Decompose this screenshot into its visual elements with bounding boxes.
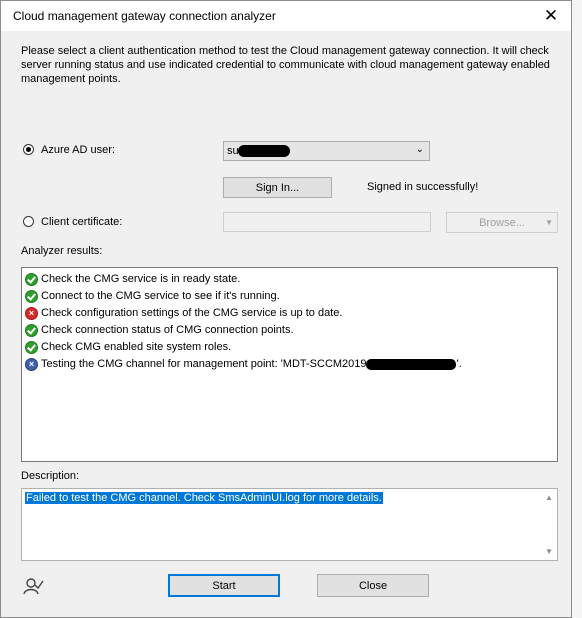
error-x-icon: × (25, 306, 38, 320)
result-text: Check connection status of CMG connectio… (41, 324, 294, 336)
result-text-suffix: '. (456, 358, 462, 370)
description-text: Failed to test the CMG channel. Check Sm… (25, 492, 383, 504)
scroll-down-icon[interactable]: ▼ (545, 547, 553, 556)
close-button[interactable]: Close (317, 574, 429, 597)
result-text: Check the CMG service is in ready state. (41, 273, 241, 285)
success-check-icon (25, 272, 38, 286)
result-text: Check configuration settings of the CMG … (41, 307, 343, 319)
success-check-icon (25, 340, 38, 354)
chevron-down-icon: ⌄ (415, 144, 424, 155)
description-box[interactable]: Failed to test the CMG channel. Check Sm… (21, 488, 558, 561)
sign-in-button[interactable]: Sign In... (223, 177, 332, 198)
certificate-field (223, 212, 431, 232)
browse-button: Browse... ▼ (446, 212, 558, 233)
success-check-icon (25, 289, 38, 303)
result-text: Check CMG enabled site system roles. (41, 341, 232, 353)
client-certificate-radio[interactable] (23, 216, 34, 227)
title-bar: Cloud management gateway connection anal… (1, 1, 571, 31)
background-app-edge (572, 0, 582, 618)
client-certificate-label: Client certificate: (41, 216, 123, 228)
result-item: × Check configuration settings of the CM… (25, 305, 342, 321)
scroll-up-icon[interactable]: ▲ (545, 493, 553, 502)
close-icon[interactable]: ✕ (531, 1, 571, 31)
azure-ad-label: Azure AD user: (41, 144, 115, 156)
start-label: Start (212, 579, 236, 592)
result-item: Check CMG enabled site system roles. (25, 339, 231, 355)
chevron-down-icon: ▼ (545, 218, 553, 227)
cmg-analyzer-dialog: Cloud management gateway connection anal… (0, 0, 572, 618)
redacted-username (238, 145, 290, 157)
analyzer-results-list[interactable]: Check the CMG service is in ready state.… (21, 267, 558, 462)
analyzer-results-label: Analyzer results: (21, 245, 103, 257)
running-x-icon: × (25, 357, 38, 371)
result-text: Connect to the CMG service to see if it'… (41, 290, 280, 302)
result-item: × Testing the CMG channel for management… (25, 356, 462, 372)
azure-ad-radio[interactable] (23, 144, 34, 155)
dialog-title: Cloud management gateway connection anal… (13, 9, 276, 23)
start-button[interactable]: Start (168, 574, 280, 597)
sign-in-label: Sign In... (255, 181, 300, 194)
sign-in-status: Signed in successfully! (367, 181, 479, 193)
user-check-icon[interactable] (22, 576, 44, 596)
description-label: Description: (21, 470, 80, 482)
browse-label: Browse... (479, 216, 525, 229)
azure-user-value: su (227, 145, 239, 157)
close-label: Close (358, 579, 388, 592)
result-item: Connect to the CMG service to see if it'… (25, 288, 280, 304)
success-check-icon (25, 323, 38, 337)
redacted-hostname (365, 358, 456, 370)
result-text-prefix: Testing the CMG channel for management p… (41, 358, 370, 370)
intro-text: Please select a client authentication me… (21, 45, 550, 85)
result-item: Check the CMG service is in ready state. (25, 271, 240, 287)
azure-user-combo[interactable]: su ⌄ (223, 141, 430, 161)
result-item: Check connection status of CMG connectio… (25, 322, 294, 338)
